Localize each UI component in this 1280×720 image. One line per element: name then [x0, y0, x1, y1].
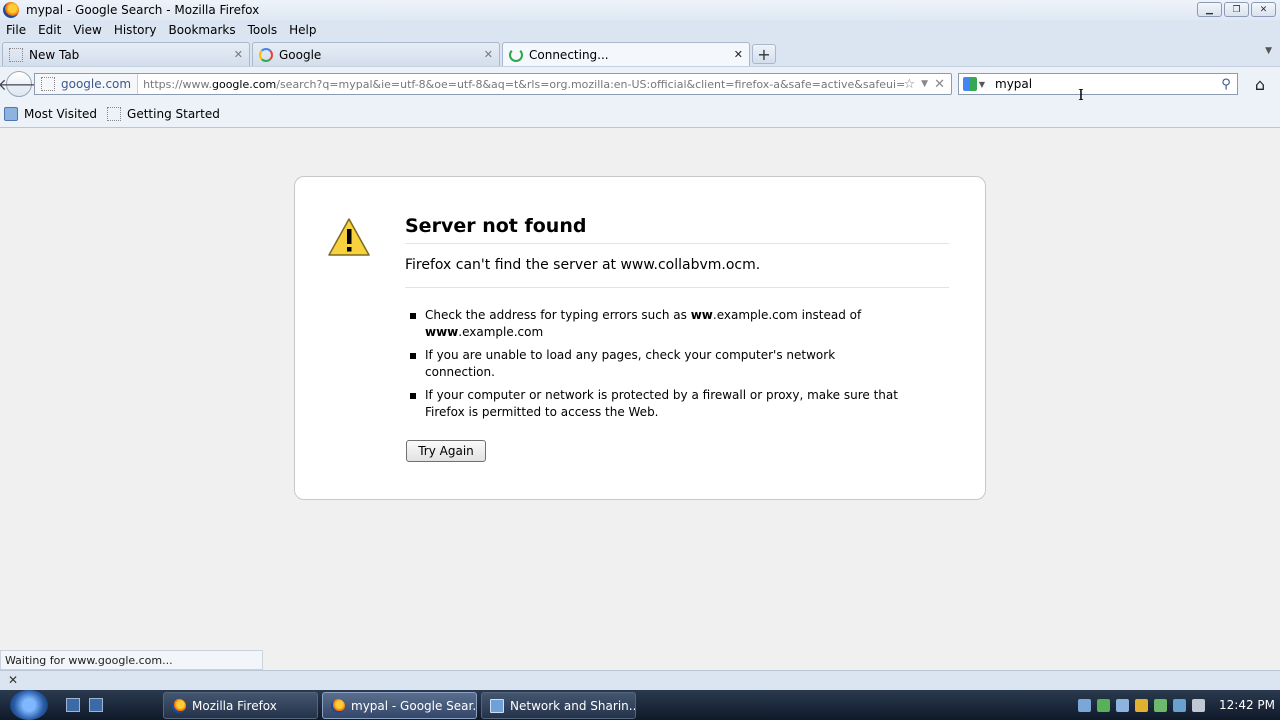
url-input[interactable]: https://www.google.com/search?q=mypal&ie…	[138, 78, 903, 91]
status-text: Waiting for www.google.com...	[0, 650, 263, 670]
bookmark-getting-started[interactable]: Getting Started	[107, 106, 220, 121]
navigation-toolbar: 🡐 google.com https://www.google.com/sear…	[0, 66, 1280, 100]
minimize-button[interactable]: ▁	[1197, 2, 1222, 17]
page-content: Server not found Firefox can't find the …	[0, 128, 1280, 670]
menu-file[interactable]: File	[6, 23, 26, 37]
tab-label: Connecting...	[529, 47, 609, 62]
menu-help[interactable]: Help	[289, 23, 316, 37]
suggestion-text: .example.com instead of	[712, 308, 862, 322]
close-tab-icon[interactable]: ✕	[234, 48, 243, 61]
search-input[interactable]: mypal	[989, 77, 1215, 91]
url-prefix: https://www.	[143, 77, 212, 91]
close-window-button[interactable]: ✕	[1251, 2, 1276, 17]
menu-bookmarks[interactable]: Bookmarks	[169, 23, 236, 37]
tray-connection-icon[interactable]	[1173, 698, 1186, 712]
back-button[interactable]: 🡐	[0, 71, 40, 97]
restore-button[interactable]: ❐	[1224, 2, 1249, 17]
menu-edit[interactable]: Edit	[38, 23, 61, 37]
switch-windows-icon[interactable]	[89, 698, 103, 712]
bookmarks-toolbar: Most Visited Getting Started	[0, 100, 1280, 128]
tray-update-icon[interactable]	[1097, 698, 1110, 712]
taskbar-item-mypal-google-search[interactable]: mypal - Google Sear...	[322, 692, 477, 719]
taskbar-item-mozilla-firefox[interactable]: Mozilla Firefox	[163, 692, 318, 719]
tab-strip: New Tab ✕ Google ✕ Connecting... ✕ + ▼	[0, 40, 1280, 66]
start-button[interactable]	[10, 690, 48, 720]
google-search-engine-icon	[962, 77, 977, 91]
firefox-icon	[331, 698, 345, 713]
tab-google[interactable]: Google ✕	[252, 42, 500, 66]
close-addon-bar-icon[interactable]: ✕	[8, 673, 18, 687]
menu-history[interactable]: History	[114, 23, 157, 37]
search-engine-button[interactable]: ▼	[959, 74, 989, 94]
show-desktop-icon[interactable]	[66, 698, 80, 712]
url-path: /search?q=mypal&ie=utf-8&oe=utf-8&aq=t&r…	[276, 77, 904, 91]
window-titlebar[interactable]: mypal - Google Search - Mozilla Firefox …	[0, 0, 1280, 20]
stop-loading-icon[interactable]: ✕	[934, 77, 945, 92]
blank-page-icon	[9, 47, 23, 62]
error-suggestions-list: Check the address for typing errors such…	[405, 307, 905, 427]
loading-spinner-icon	[509, 47, 523, 62]
firefox-icon	[3, 2, 19, 18]
url-bar[interactable]: google.com https://www.google.com/search…	[34, 73, 952, 95]
addon-bar: ✕	[0, 670, 1280, 690]
taskbar-item-label: Mozilla Firefox	[192, 698, 277, 713]
url-domain: google.com	[211, 77, 277, 91]
suggestion-bold: ww	[690, 308, 713, 322]
chevron-down-icon: ▼	[978, 79, 986, 89]
suggestion-item: Check the address for typing errors such…	[405, 307, 905, 341]
error-page-container: Server not found Firefox can't find the …	[294, 176, 986, 500]
tray-volume-icon[interactable]	[1192, 698, 1205, 712]
site-identity-button[interactable]: google.com	[35, 74, 139, 94]
menu-view[interactable]: View	[73, 23, 101, 37]
try-again-button[interactable]: Try Again	[406, 440, 486, 462]
error-title: Server not found	[405, 215, 949, 244]
suggestion-item: If you are unable to load any pages, che…	[405, 347, 905, 381]
url-bar-icons: ☆ ▼ ✕	[904, 77, 951, 92]
taskbar-item-network-sharing[interactable]: Network and Sharin...	[481, 692, 636, 719]
site-favicon-icon	[41, 77, 55, 91]
window-controls: ▁ ❐ ✕	[1197, 2, 1276, 17]
taskbar-clock[interactable]: 12:42 PM	[1219, 698, 1275, 712]
menu-tools[interactable]: Tools	[248, 23, 278, 37]
suggestion-text: .example.com	[458, 325, 544, 339]
windows-taskbar: Mozilla Firefox mypal - Google Sear... N…	[0, 690, 1280, 720]
search-magnifier-icon[interactable]: ⚲	[1215, 77, 1237, 92]
tab-label: Google	[279, 47, 322, 62]
new-tab-button[interactable]: +	[752, 44, 776, 64]
tab-label: New Tab	[29, 47, 80, 62]
taskbar-item-label: mypal - Google Sear...	[351, 698, 477, 713]
google-favicon-icon	[259, 47, 273, 62]
network-icon	[490, 698, 504, 713]
menu-bar: File Edit View History Bookmarks Tools H…	[0, 20, 1280, 40]
tab-connecting[interactable]: Connecting... ✕	[502, 42, 750, 66]
firefox-icon	[172, 698, 186, 713]
bookmark-label: Most Visited	[24, 106, 98, 121]
home-button[interactable]: ⌂	[1247, 73, 1273, 95]
history-dropdown-icon[interactable]: ▼	[921, 79, 928, 89]
most-visited-folder-icon	[4, 106, 18, 121]
tray-utility-icon[interactable]	[1154, 698, 1167, 712]
close-tab-icon[interactable]: ✕	[484, 48, 493, 61]
tray-network-icon[interactable]	[1078, 698, 1091, 712]
bookmark-star-icon[interactable]: ☆	[904, 77, 916, 92]
taskbar-item-label: Network and Sharin...	[510, 698, 636, 713]
tray-app-icon[interactable]	[1116, 698, 1129, 712]
system-tray: 12:42 PM	[1072, 690, 1280, 720]
window-title: mypal - Google Search - Mozilla Firefox	[26, 3, 260, 17]
tab-new-tab[interactable]: New Tab ✕	[2, 42, 250, 66]
bookmark-label: Getting Started	[127, 106, 220, 121]
error-description: Firefox can't find the server at www.col…	[405, 257, 949, 288]
bookmark-most-visited[interactable]: Most Visited	[4, 106, 98, 121]
suggestion-text: Check the address for typing errors such…	[425, 308, 691, 322]
close-tab-icon[interactable]: ✕	[734, 48, 743, 61]
list-all-tabs-icon[interactable]: ▼	[1265, 46, 1272, 56]
suggestion-bold: www	[425, 325, 459, 339]
tray-security-icon[interactable]	[1135, 698, 1148, 712]
search-bar[interactable]: ▼ mypal ⚲	[958, 73, 1238, 95]
warning-icon	[328, 218, 370, 256]
suggestion-item: If your computer or network is protected…	[405, 387, 905, 421]
site-identity-label: google.com	[61, 77, 132, 91]
blank-page-icon	[107, 106, 122, 121]
